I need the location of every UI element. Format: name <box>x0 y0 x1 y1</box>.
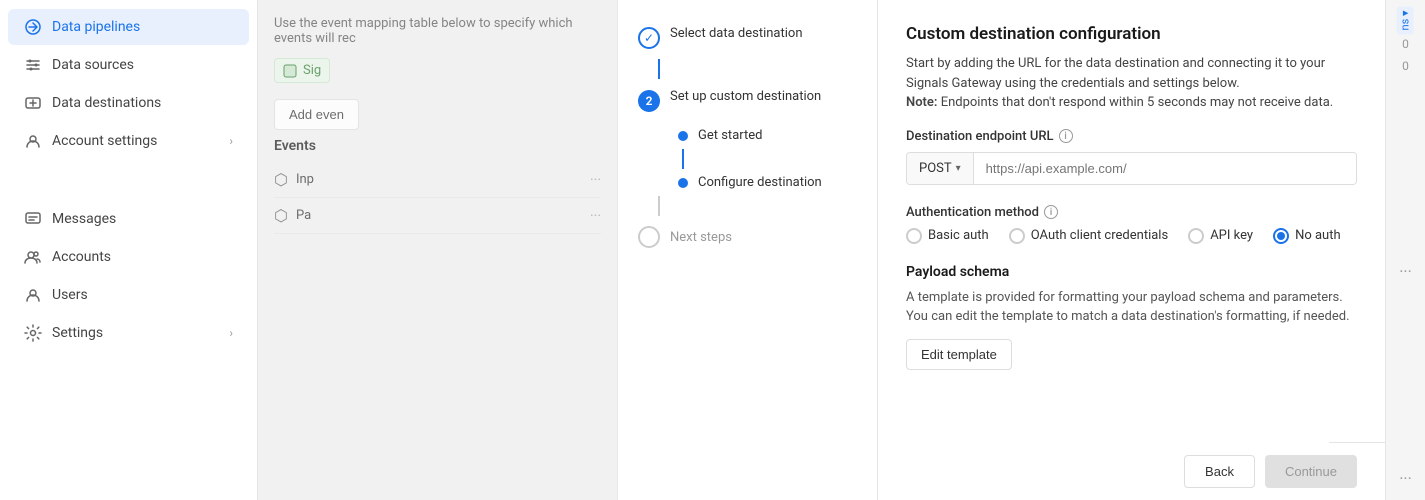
sidebar-item-accounts[interactable]: Accounts <box>8 239 249 275</box>
substep-label-configure-destination: Configure destination <box>698 175 822 190</box>
middle-description: Use the event mapping table below to spe… <box>274 16 601 46</box>
chevron-right-icon: › <box>229 134 233 148</box>
auth-section: Authentication method i Basic auth OAuth… <box>906 205 1357 244</box>
radio-circle <box>1009 228 1025 244</box>
sidebar-item-data-destinations[interactable]: Data destinations <box>8 85 249 121</box>
config-title: Custom destination configuration <box>906 24 1357 44</box>
wizard-step-next-steps: Next steps <box>618 216 877 258</box>
radio-api-key[interactable]: API key <box>1188 228 1253 244</box>
accounts-icon <box>24 248 42 266</box>
wizard-step-setup-custom: 2 Set up custom destination <box>618 79 877 122</box>
chevron-right-icon: › <box>229 326 233 340</box>
users-icon <box>24 286 42 304</box>
radio-no-auth[interactable]: No auth <box>1273 228 1341 244</box>
url-input[interactable] <box>974 153 1356 184</box>
event-row: ⬡ Pa ··· <box>274 198 601 234</box>
edge-count-2: 0 <box>1402 59 1409 73</box>
radio-oauth[interactable]: OAuth client credentials <box>1009 228 1168 244</box>
data-pipelines-icon <box>24 18 42 36</box>
data-destinations-icon <box>24 94 42 112</box>
middle-panel: Use the event mapping table below to spe… <box>258 0 618 500</box>
auth-radio-group: Basic auth OAuth client credentials API … <box>906 228 1357 244</box>
endpoint-info-icon[interactable]: i <box>1059 129 1073 143</box>
wizard-step-select-destination: ✓ Select data destination <box>618 16 877 59</box>
sidebar-item-label: Accounts <box>52 249 233 265</box>
sidebar-item-label: Data destinations <box>52 95 233 111</box>
event-dots-menu[interactable]: ··· <box>590 172 601 188</box>
sidebar-item-data-sources[interactable]: Data sources <box>8 47 249 83</box>
auth-label: Authentication method i <box>906 205 1357 220</box>
method-label: POST <box>919 161 952 176</box>
messages-icon <box>24 210 42 228</box>
step-label-next-steps: Next steps <box>670 230 732 245</box>
radio-basic-auth[interactable]: Basic auth <box>906 228 989 244</box>
substep-label-get-started: Get started <box>698 128 762 143</box>
data-sources-icon <box>24 56 42 74</box>
settings-icon <box>24 324 42 342</box>
method-select[interactable]: POST ▾ <box>907 153 974 184</box>
payload-description: A template is provided for formatting yo… <box>906 288 1357 327</box>
sidebar-item-label: Account settings <box>52 133 219 149</box>
continue-button[interactable]: Continue <box>1265 455 1357 488</box>
sidebar-item-label: Data sources <box>52 57 233 73</box>
sidebar-item-data-pipelines[interactable]: Data pipelines <box>8 9 249 45</box>
main-area: Use the event mapping table below to spe… <box>258 0 1425 500</box>
edge-dots-menu-1[interactable]: ··· <box>1399 262 1412 281</box>
event-icon: ⬡ <box>274 206 288 225</box>
config-description: Start by adding the URL for the data des… <box>906 54 1357 113</box>
account-settings-icon <box>24 132 42 150</box>
note-label: Note: <box>906 95 937 110</box>
payload-section: Payload schema A template is provided fo… <box>906 264 1357 370</box>
sidebar-item-label: Settings <box>52 325 219 341</box>
event-row: ⬡ Inp ··· <box>274 162 601 198</box>
method-chevron-icon: ▾ <box>956 163 961 174</box>
signal-label: Sig <box>303 63 321 78</box>
edge-badge: ns ▾ <box>1397 6 1414 34</box>
radio-circle <box>906 228 922 244</box>
step-label: Set up custom destination <box>670 89 821 104</box>
payload-title: Payload schema <box>906 264 1357 280</box>
wizard-panel: ✓ Select data destination 2 Set up custo… <box>618 0 878 500</box>
step-check-icon: ✓ <box>638 27 660 49</box>
sidebar-item-messages[interactable]: Messages <box>8 201 249 237</box>
step-active-number: 2 <box>638 90 660 112</box>
sidebar-item-users[interactable]: Users <box>8 277 249 313</box>
sidebar-item-settings[interactable]: Settings › <box>8 315 249 351</box>
auth-info-icon[interactable]: i <box>1044 205 1058 219</box>
radio-circle-selected <box>1273 228 1289 244</box>
back-button[interactable]: Back <box>1184 455 1255 488</box>
event-icon: ⬡ <box>274 170 288 189</box>
config-footer: Back Continue <box>1329 442 1385 500</box>
sidebar-item-account-settings[interactable]: Account settings › <box>8 123 249 159</box>
note-text: Endpoints that don't respond within 5 se… <box>937 95 1333 110</box>
edge-dots-menu-2[interactable]: ··· <box>1399 469 1412 488</box>
sidebar-item-label: Data pipelines <box>52 19 233 35</box>
config-panel: Custom destination configuration Start b… <box>878 0 1385 500</box>
sidebar: Data pipelines Data sources Data destina… <box>0 0 258 500</box>
right-edge-panel: ns ▾ 0 0 ··· ··· <box>1385 0 1425 500</box>
sidebar-item-label: Messages <box>52 211 233 227</box>
events-header: Events <box>274 138 601 154</box>
event-dots-menu[interactable]: ··· <box>590 208 601 224</box>
event-name: Inp <box>296 172 314 187</box>
sidebar-item-label: Users <box>52 287 233 303</box>
url-input-row: POST ▾ <box>906 152 1357 185</box>
endpoint-label: Destination endpoint URL i <box>906 129 1357 144</box>
edit-template-button[interactable]: Edit template <box>906 339 1012 370</box>
add-event-button[interactable]: Add even <box>274 99 359 130</box>
edge-count-1: 0 <box>1402 37 1409 51</box>
signal-badge: Sig <box>274 58 330 83</box>
radio-circle <box>1188 228 1204 244</box>
step-label: Select data destination <box>670 26 803 41</box>
event-name: Pa <box>296 208 311 223</box>
